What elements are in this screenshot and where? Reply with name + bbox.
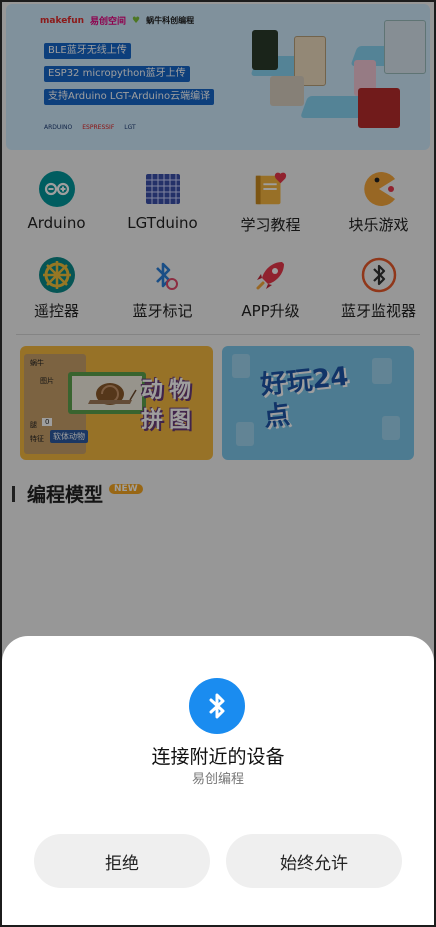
bluetooth-icon <box>189 678 245 734</box>
deny-button[interactable]: 拒绝 <box>34 834 210 888</box>
dialog-app-name: 易创编程 <box>191 772 244 787</box>
always-allow-button[interactable]: 始终允许 <box>226 834 402 888</box>
permission-dialog: 连接附近的设备 易创编程 拒绝 始终允许 <box>2 636 434 925</box>
dialog-title: 连接附近的设备 <box>151 746 285 768</box>
